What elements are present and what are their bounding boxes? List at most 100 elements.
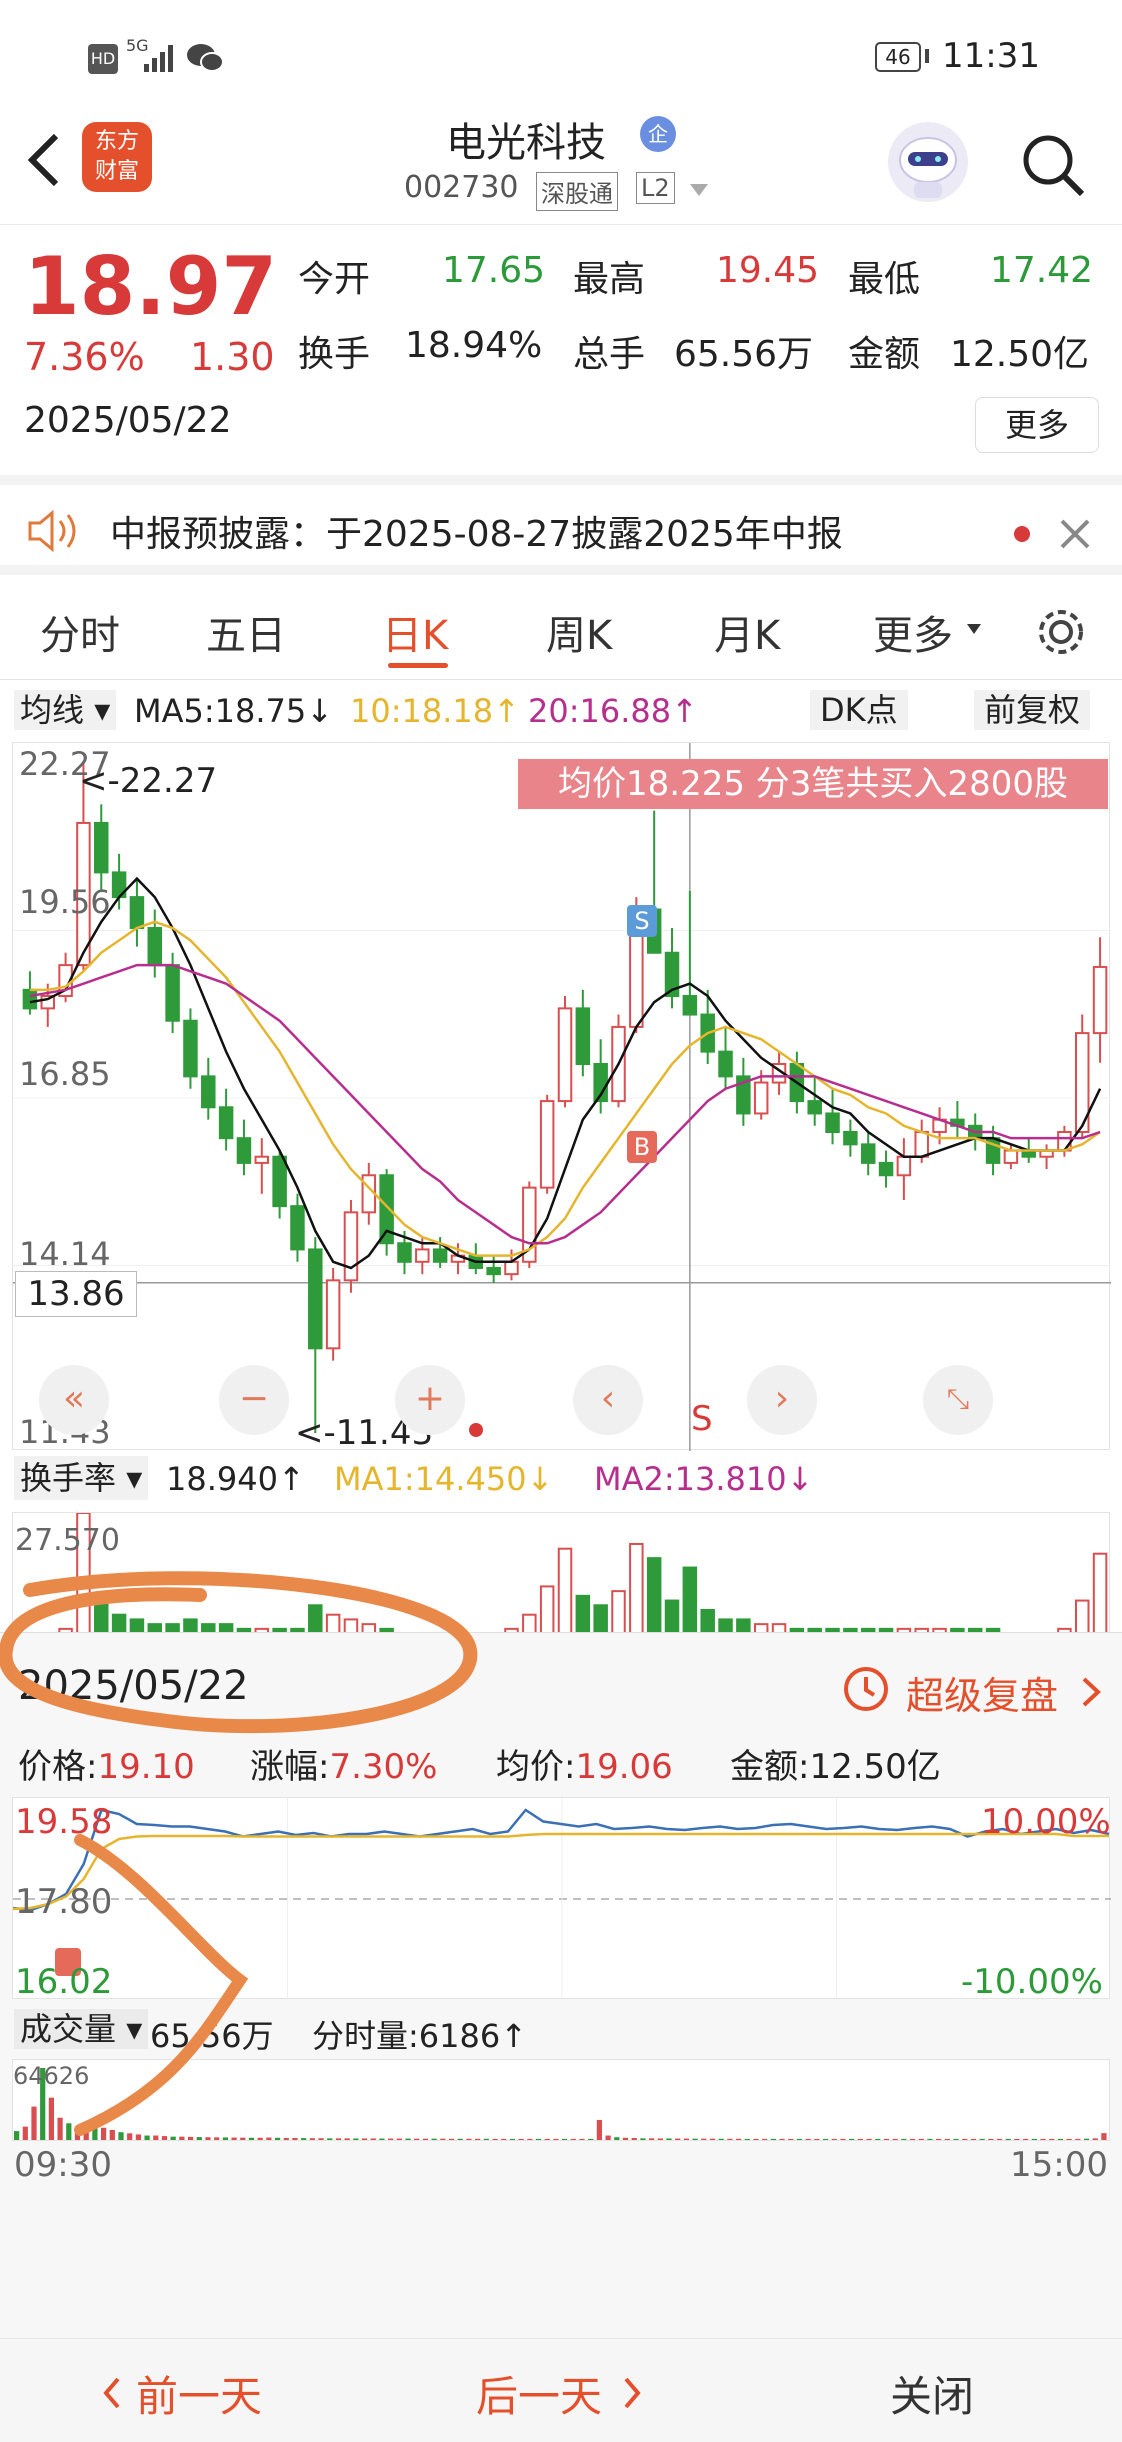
settings-icon[interactable] [1034, 605, 1088, 659]
volume-bar [814, 2138, 820, 2140]
tab-daily-k[interactable]: 日K [382, 603, 448, 661]
close-icon[interactable] [1058, 517, 1092, 551]
turnover-bar [736, 1618, 751, 1632]
ma-selector[interactable]: 均线 ▾ [14, 690, 117, 730]
volume-label: 总手 [573, 334, 646, 375]
volume-bar [883, 2138, 890, 2140]
turnover-label: 换手 [298, 334, 371, 375]
back-icon[interactable] [20, 130, 64, 190]
tab-five-day[interactable]: 五日 [206, 603, 286, 661]
volume-bar [1057, 2138, 1064, 2140]
volume-bar [1075, 2138, 1081, 2140]
candle-body [825, 1112, 840, 1133]
y-tick-4: 14.14 [19, 1235, 111, 1273]
more-button[interactable]: 更多 [975, 397, 1099, 453]
volume-bar [988, 2138, 994, 2140]
candle-body [1003, 1149, 1019, 1164]
volume-bar [701, 2138, 707, 2140]
volume-bar [631, 2137, 637, 2140]
low-label: 最低 [848, 259, 921, 300]
announcement-bar[interactable]: 中报预披露：于2025-08-27披露2025年中报 [0, 475, 1122, 575]
ma-legend-row: 均线 ▾ MA5:18.75↓ 10:18.18↑ 20:16.88↑ DK点 … [0, 688, 1122, 738]
hd-icon: HD [88, 44, 118, 74]
kline-chart[interactable]: 均价18.225 分3笔共买入2800股 22.27 19.56 16.85 1… [12, 742, 1111, 1453]
scroll-left-button[interactable]: ‹ [573, 1365, 643, 1435]
dropdown-icon[interactable] [688, 182, 710, 198]
candle-body [415, 1248, 430, 1263]
turnover-bar [593, 1604, 608, 1632]
adjust-mode-button[interactable]: 前复权 [974, 690, 1091, 730]
history-clock-icon[interactable] [840, 1663, 892, 1715]
volume-bar [1040, 2138, 1046, 2140]
next-day-button[interactable]: 后一天 [476, 2363, 602, 2424]
scroll-right-button[interactable]: › [747, 1365, 817, 1435]
volume-bar [875, 2138, 881, 2140]
candle-body [94, 821, 109, 874]
search-icon[interactable] [1018, 130, 1088, 200]
volume-bar [805, 2138, 811, 2140]
tab-intraday[interactable]: 分时 [40, 603, 120, 661]
tab-weekly-k[interactable]: 周K [546, 603, 612, 661]
turnover-bar [557, 1547, 573, 1632]
turnover-bar [575, 1594, 591, 1632]
signal-dot [469, 1423, 483, 1437]
app-screen: HD 5G 46 11:31 东方 财富 电光科技 企 002730 深股通 L… [0, 0, 1122, 2442]
candle-body [432, 1248, 448, 1263]
open-value: 17.65 [442, 250, 546, 291]
volume-bar [744, 2138, 750, 2140]
robot-avatar-icon[interactable] [886, 120, 970, 204]
candle-body [486, 1266, 501, 1276]
tab-more[interactable]: 更多 [873, 603, 953, 661]
candle-body [218, 1106, 234, 1140]
volume-bar [648, 2138, 655, 2140]
volume-bar [1031, 2138, 1037, 2140]
logo-text-2: 财富 [94, 159, 139, 184]
low-value: 17.42 [990, 250, 1094, 291]
candle-body [397, 1242, 412, 1263]
volume-bar [553, 2138, 559, 2140]
candle-body [539, 1100, 555, 1189]
volume-bar [692, 2138, 698, 2140]
indicator-selector[interactable]: 换手率 ▾ [14, 1456, 149, 1500]
buy-marker: B [627, 1131, 657, 1163]
chevron-right-icon[interactable] [1080, 1677, 1102, 1707]
candle-body [843, 1130, 858, 1146]
amount-field: 金额:12.50亿 [730, 1739, 941, 1788]
super-replay-link[interactable]: 超级复盘 [906, 1665, 1058, 1720]
zoom-in-button[interactable]: + [395, 1365, 465, 1435]
stock-name: 电光科技 [446, 120, 606, 166]
turnover-bar [700, 1608, 715, 1632]
volume-bar [535, 2138, 542, 2140]
ma20-value: 20:16.88↑ [528, 692, 698, 730]
indicator-selector-label: 换手率 [20, 1459, 117, 1497]
quote-panel: 18.97 7.36% 1.30 2025/05/22 今开 17.65 最高 … [0, 225, 1122, 475]
change-percent: 7.36% [24, 335, 145, 379]
zoom-out-button[interactable]: − [219, 1365, 289, 1435]
candle-body [272, 1155, 287, 1208]
candle-body [129, 896, 145, 930]
turnover-value: 18.94% [405, 325, 543, 366]
volume-bar [683, 2138, 689, 2140]
app-logo[interactable]: 东方 财富 [82, 122, 152, 192]
prev-day-button[interactable]: 前一天 [136, 2363, 262, 2424]
close-button[interactable]: 关闭 [890, 2363, 974, 2424]
turnover-bar [1092, 1552, 1108, 1632]
candle-body [557, 1007, 573, 1103]
volume-bar [675, 2138, 681, 2140]
turnover-bar [611, 1590, 626, 1632]
volume-bar [909, 2138, 916, 2140]
volume-bar [822, 2138, 829, 2140]
volume-bar [727, 2138, 733, 2140]
crosshair-price-label: 13.86 [15, 1271, 137, 1317]
volume-bar [962, 2138, 968, 2140]
candle-body [504, 1260, 519, 1276]
tab-monthly-k[interactable]: 月K [714, 603, 780, 661]
fullscreen-button[interactable]: ⤡ [923, 1365, 993, 1435]
candle-body [147, 927, 163, 967]
turnover-bar [664, 1599, 680, 1632]
volume-bar [936, 2138, 942, 2140]
zoom-first-button[interactable]: « [39, 1365, 109, 1435]
dk-point-button[interactable]: DK点 [810, 690, 908, 730]
ma5-value: MA5:18.75↓ [134, 692, 334, 730]
volume-bar [753, 2138, 759, 2140]
